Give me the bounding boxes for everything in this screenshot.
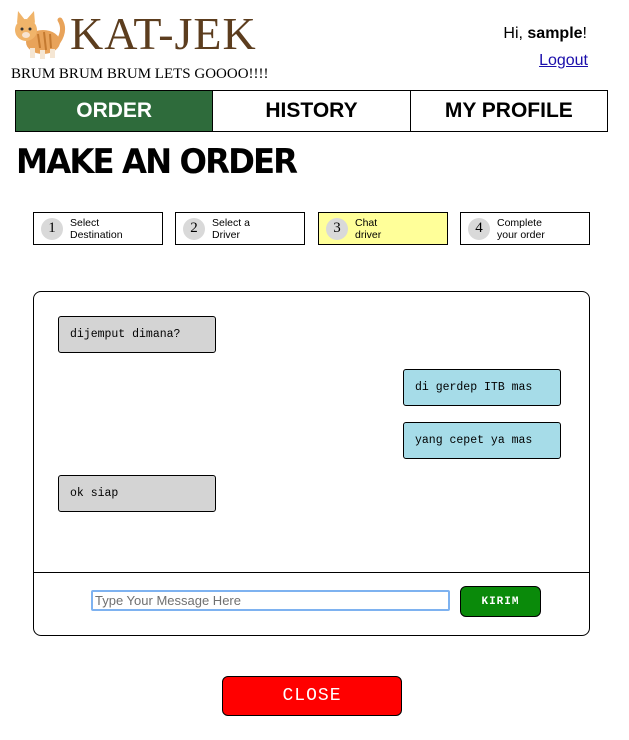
step-label: Complete your order (497, 217, 567, 241)
step-select-destination: 1 Select Destination (33, 212, 163, 245)
chat-divider (34, 572, 589, 573)
chat-message-sent: yang cepet ya mas (403, 422, 561, 459)
step-select-driver: 2 Select a Driver (175, 212, 305, 245)
step-label: Select Destination (70, 217, 140, 241)
step-label-line1: Select a (212, 216, 250, 229)
tab-my-profile[interactable]: MY PROFILE (411, 91, 607, 131)
tab-order[interactable]: ORDER (16, 91, 214, 131)
chat-box: dijemput dimana? di gerdep ITB mas yang … (33, 291, 590, 636)
tab-history[interactable]: HISTORY (213, 91, 411, 131)
page-title: MAKE AN ORDER (16, 142, 298, 182)
tagline: BRUM BRUM BRUM LETS GOOOO!!!! (11, 66, 269, 82)
greeting-prefix: Hi, (503, 25, 528, 42)
username: sample (527, 25, 583, 42)
step-number: 4 (468, 217, 490, 240)
logout-link[interactable]: Logout (539, 52, 588, 70)
app-name: KAT-JEK (70, 8, 257, 59)
greeting: Hi, sample! (503, 25, 587, 43)
logo: KAT-JEK (10, 6, 257, 62)
step-label-line2: your order (497, 228, 545, 241)
step-number: 3 (326, 217, 348, 240)
cat-icon (10, 8, 66, 60)
chat-message-sent: di gerdep ITB mas (403, 369, 561, 406)
step-label-line2: Destination (70, 228, 123, 241)
chat-message-received: dijemput dimana? (58, 316, 216, 353)
step-label-line2: driver (355, 228, 382, 241)
chat-message-received: ok siap (58, 475, 216, 512)
step-label-line1: Select (70, 216, 100, 229)
greeting-suffix: ! (582, 25, 587, 42)
order-steps: 1 Select Destination 2 Select a Driver 3 C… (33, 212, 590, 245)
step-label: Chat driver (355, 217, 425, 241)
step-number: 1 (41, 217, 63, 240)
step-label-line1: Complete (497, 216, 542, 229)
step-label: Select a Driver (212, 217, 282, 241)
step-complete-order: 4 Complete your order (460, 212, 590, 245)
message-input[interactable] (91, 590, 450, 611)
close-button[interactable]: CLOSE (222, 676, 402, 716)
step-number: 2 (183, 217, 205, 240)
step-chat-driver: 3 Chat driver (318, 212, 448, 245)
main-nav: ORDER HISTORY MY PROFILE (15, 90, 608, 132)
send-button[interactable]: KIRIM (460, 586, 541, 617)
step-label-line1: Chat (355, 216, 378, 229)
step-label-line2: Driver (212, 228, 240, 241)
